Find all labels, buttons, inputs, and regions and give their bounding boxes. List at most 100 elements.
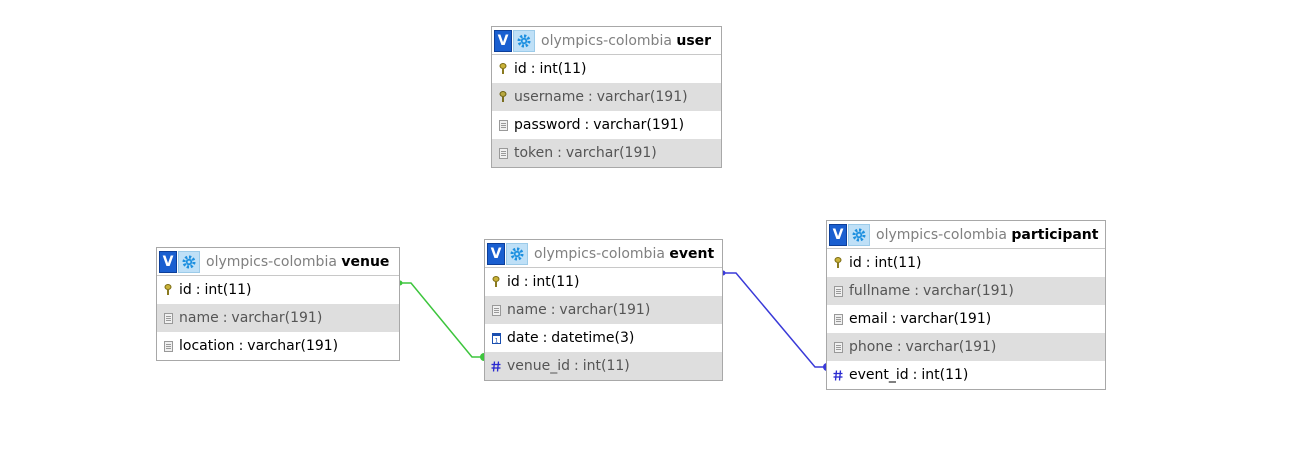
column-type: int(11) bbox=[204, 282, 252, 298]
column-name: date bbox=[507, 330, 539, 346]
table-schema: olympics-colombia bbox=[541, 32, 672, 49]
table-header[interactable]: V olympics-colombia participant bbox=[827, 221, 1105, 249]
gear-icon[interactable] bbox=[506, 242, 528, 265]
column-row[interactable]: id: int(11) bbox=[157, 276, 399, 304]
column-separator: : bbox=[222, 310, 228, 326]
column-separator: : bbox=[550, 302, 556, 318]
column-name: fullname bbox=[849, 283, 911, 299]
column-separator: : bbox=[584, 117, 590, 133]
column-row[interactable]: 1 date: datetime(3) bbox=[485, 324, 722, 352]
column-row[interactable]: email: varchar(191) bbox=[827, 305, 1105, 333]
text-column-icon bbox=[498, 118, 508, 132]
relation-line-venue-event bbox=[399, 282, 484, 358]
toggle-view-button[interactable]: V bbox=[487, 242, 505, 265]
column-name: location bbox=[179, 338, 235, 354]
table-schema: olympics-colombia bbox=[534, 245, 665, 262]
gear-icon[interactable] bbox=[848, 223, 870, 246]
column-row[interactable]: username: varchar(191) bbox=[492, 83, 721, 111]
designer-canvas: V olympics-colombia user id: int(11) user… bbox=[0, 0, 1300, 455]
column-name: token bbox=[514, 145, 554, 161]
column-row[interactable]: event_id: int(11) bbox=[827, 361, 1105, 389]
column-row[interactable]: phone: varchar(191) bbox=[827, 333, 1105, 361]
column-row[interactable]: id: int(11) bbox=[485, 268, 722, 296]
table-name: user bbox=[676, 32, 712, 49]
column-name: email bbox=[849, 311, 888, 327]
column-separator: : bbox=[914, 283, 920, 299]
column-type: varchar(191) bbox=[923, 283, 1014, 299]
column-name: password bbox=[514, 117, 581, 133]
column-row[interactable]: token: varchar(191) bbox=[492, 139, 721, 167]
primary-key-icon bbox=[498, 62, 508, 76]
column-type: varchar(191) bbox=[596, 89, 688, 105]
column-separator: : bbox=[542, 330, 548, 346]
column-name: name bbox=[179, 310, 219, 326]
column-separator: : bbox=[896, 339, 902, 355]
column-type: varchar(191) bbox=[565, 145, 657, 161]
column-type: varchar(191) bbox=[231, 310, 323, 326]
hash-icon bbox=[491, 359, 501, 373]
primary-key-icon bbox=[833, 256, 843, 270]
column-type: int(11) bbox=[582, 358, 630, 374]
primary-key-icon bbox=[163, 283, 173, 297]
text-column-icon bbox=[163, 311, 173, 325]
column-row[interactable]: id: int(11) bbox=[492, 55, 721, 83]
relation-line-event-participant bbox=[722, 272, 827, 368]
primary-key-icon bbox=[491, 275, 501, 289]
column-name: event_id bbox=[849, 367, 909, 383]
table-name: participant bbox=[1011, 226, 1099, 243]
column-row[interactable]: id: int(11) bbox=[827, 249, 1105, 277]
column-name: id bbox=[849, 255, 862, 271]
column-type: datetime(3) bbox=[551, 330, 635, 346]
column-separator: : bbox=[530, 61, 536, 77]
column-separator: : bbox=[523, 274, 529, 290]
table-name: venue bbox=[341, 253, 390, 270]
column-name: id bbox=[507, 274, 520, 290]
calendar-icon: 1 bbox=[491, 331, 501, 345]
column-type: varchar(191) bbox=[593, 117, 685, 133]
table-header[interactable]: V olympics-colombia event bbox=[485, 240, 722, 268]
toggle-view-button[interactable]: V bbox=[159, 250, 177, 273]
toggle-view-button[interactable]: V bbox=[829, 223, 847, 246]
gear-icon[interactable] bbox=[513, 29, 535, 52]
table-title[interactable]: olympics-colombia user bbox=[541, 33, 711, 49]
column-row[interactable]: location: varchar(191) bbox=[157, 332, 399, 360]
column-name: phone bbox=[849, 339, 893, 355]
column-name: venue_id bbox=[507, 358, 571, 374]
column-row[interactable]: fullname: varchar(191) bbox=[827, 277, 1105, 305]
text-column-icon bbox=[833, 312, 843, 326]
table-title[interactable]: olympics-colombia venue bbox=[206, 254, 389, 270]
table-event[interactable]: V olympics-colombia event id: int(11) nam… bbox=[484, 239, 723, 381]
table-header[interactable]: V olympics-colombia venue bbox=[157, 248, 399, 276]
column-name: name bbox=[507, 302, 547, 318]
table-user[interactable]: V olympics-colombia user id: int(11) user… bbox=[491, 26, 722, 168]
table-participant[interactable]: V olympics-colombia participant id: int(1… bbox=[826, 220, 1106, 390]
text-column-icon bbox=[498, 146, 508, 160]
column-type: varchar(191) bbox=[247, 338, 339, 354]
text-column-icon bbox=[833, 284, 843, 298]
column-name: id bbox=[514, 61, 527, 77]
column-row[interactable]: venue_id: int(11) bbox=[485, 352, 722, 380]
column-separator: : bbox=[891, 311, 897, 327]
toggle-view-button[interactable]: V bbox=[494, 29, 512, 52]
text-column-icon bbox=[491, 303, 501, 317]
column-separator: : bbox=[865, 255, 871, 271]
svg-text:1: 1 bbox=[494, 337, 498, 344]
table-venue[interactable]: V olympics-colombia venue id: int(11) nam… bbox=[156, 247, 400, 361]
column-row[interactable]: name: varchar(191) bbox=[485, 296, 722, 324]
table-title[interactable]: olympics-colombia participant bbox=[876, 227, 1098, 243]
column-separator: : bbox=[195, 282, 201, 298]
column-type: int(11) bbox=[874, 255, 922, 271]
table-name: event bbox=[669, 245, 715, 262]
column-separator: : bbox=[574, 358, 579, 374]
table-header[interactable]: V olympics-colombia user bbox=[492, 27, 721, 55]
table-title[interactable]: olympics-colombia event bbox=[534, 246, 714, 262]
column-separator: : bbox=[238, 338, 244, 354]
column-type: int(11) bbox=[532, 274, 580, 290]
gear-icon[interactable] bbox=[178, 250, 200, 273]
table-schema: olympics-colombia bbox=[876, 226, 1007, 243]
column-separator: : bbox=[588, 89, 593, 105]
column-type: int(11) bbox=[539, 61, 587, 77]
column-row[interactable]: password: varchar(191) bbox=[492, 111, 721, 139]
column-row[interactable]: name: varchar(191) bbox=[157, 304, 399, 332]
column-type: varchar(191) bbox=[905, 339, 997, 355]
